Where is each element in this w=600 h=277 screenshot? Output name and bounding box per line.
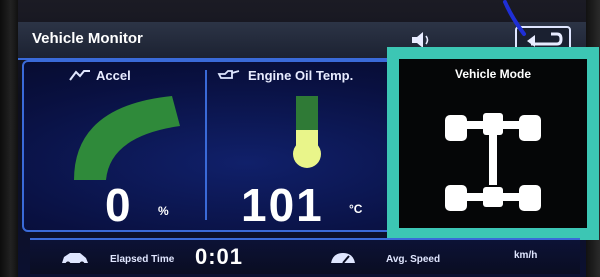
speed-icon <box>331 253 355 264</box>
oil-thermometer <box>293 96 321 168</box>
accel-value: 0 <box>105 179 133 231</box>
elapsed-time-label: Elapsed Time <box>110 254 175 265</box>
elapsed-time-value: 0:01 <box>195 244 244 269</box>
accel-icon <box>69 70 90 81</box>
avg-speed-label: Avg. Speed <box>386 254 441 265</box>
accel-label: Accel <box>96 68 131 83</box>
oil-can-icon <box>217 70 240 79</box>
divider-1 <box>205 70 207 220</box>
accel-gauge <box>74 96 180 180</box>
oil-temp-label: Engine Oil Temp. <box>248 68 354 83</box>
oil-temp-value: 101 <box>241 179 324 231</box>
accel-unit: % <box>158 204 169 218</box>
screen: Vehicle Monitor Accel 0 % Engine Oil Tem… <box>0 0 600 277</box>
vehicle-mode-panel[interactable]: Vehicle Mode <box>387 47 599 240</box>
annotation-stroke <box>503 0 526 36</box>
car-icon <box>62 253 88 266</box>
page-title: Vehicle Monitor <box>32 30 143 47</box>
vehicle-mode-title: Vehicle Mode <box>454 67 532 81</box>
bezel-left <box>0 0 18 277</box>
speed-unit: km/h <box>514 250 538 261</box>
awd-drivetrain-icon <box>445 113 541 211</box>
oil-temp-unit: °C <box>349 202 363 216</box>
